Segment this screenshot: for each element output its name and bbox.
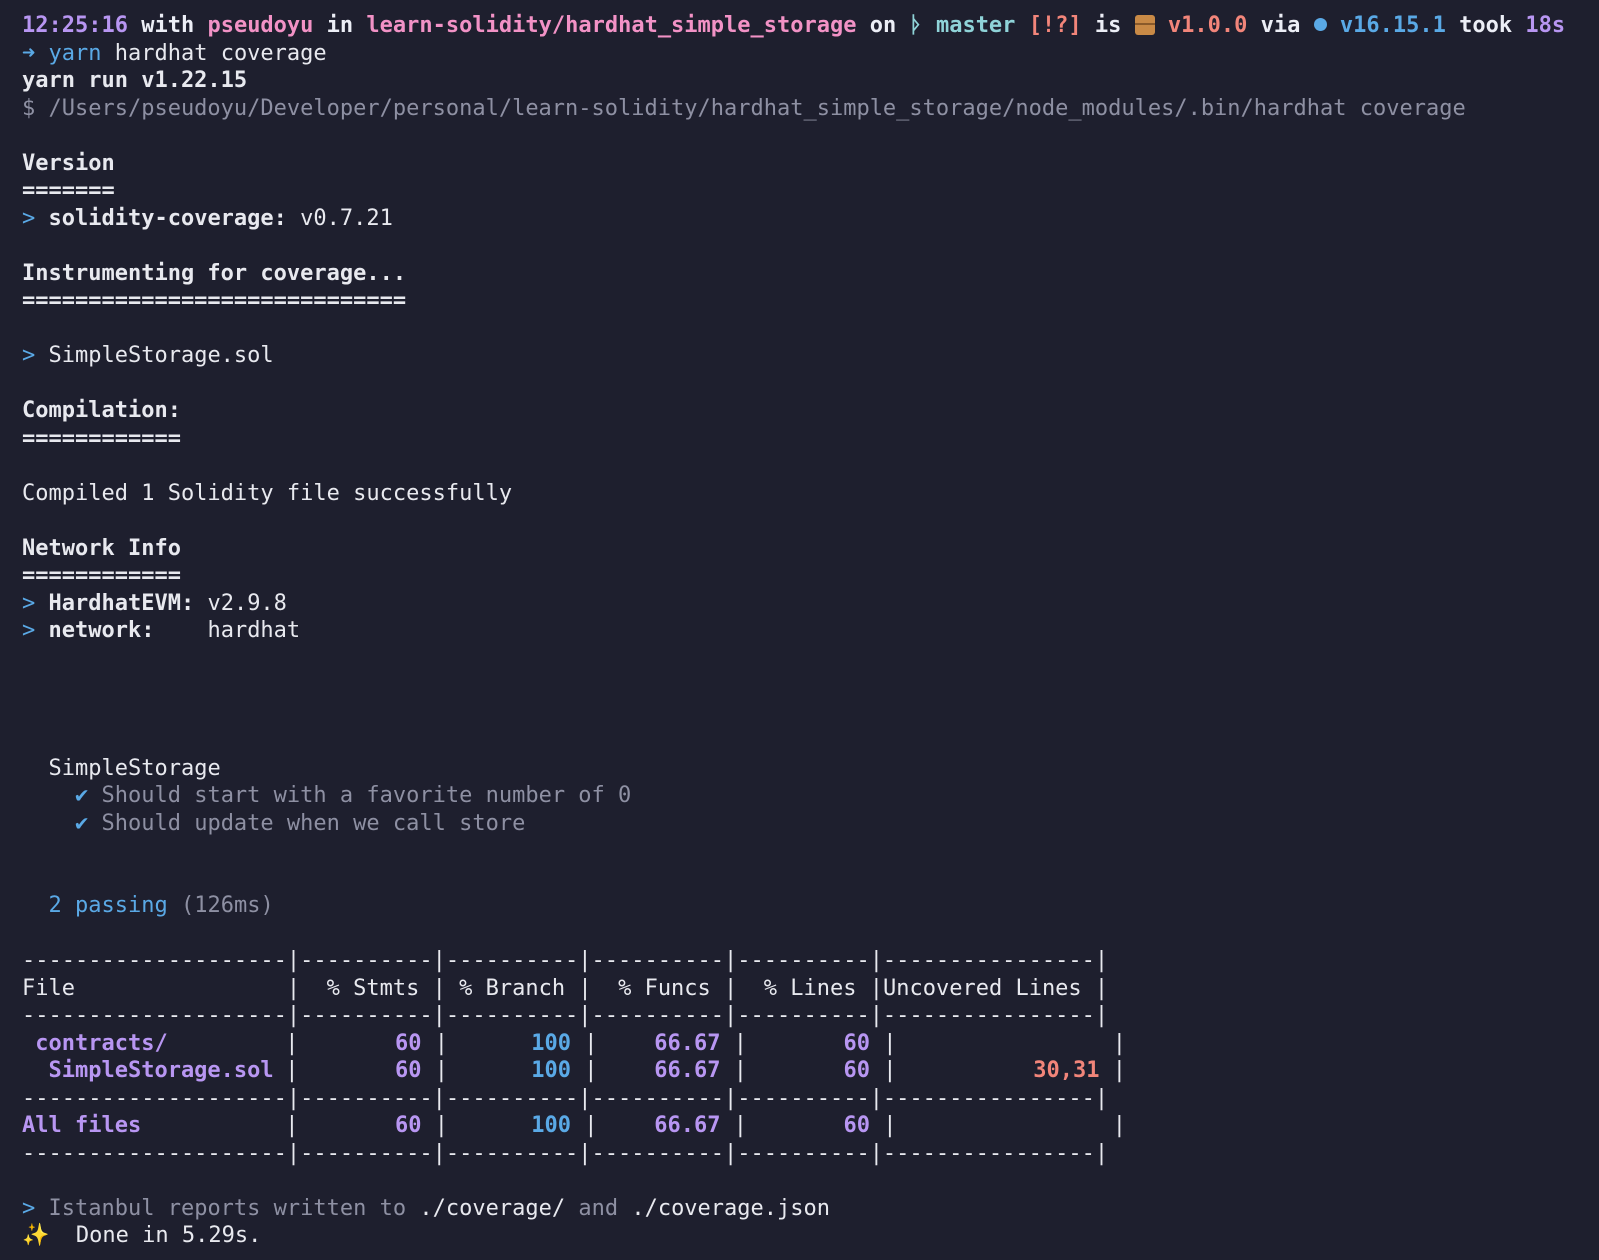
package-icon [1134, 15, 1155, 35]
table-border: --------------------|----------|--------… [22, 1140, 1109, 1166]
passing-count: 2 passing [48, 893, 168, 918]
row-branch: 100 [531, 1030, 571, 1056]
version-rule: ======= [22, 178, 115, 203]
prompt-directory: learn-solidity/hardhat_simple_storage [366, 13, 857, 38]
check-icon: ✔ [74, 783, 89, 808]
row-file: SimpleStorage.sol [22, 1058, 274, 1083]
passing-time: (126ms) [180, 893, 274, 918]
compilation-rule: ============ [22, 425, 181, 451]
header-branch: % Branch [459, 975, 566, 1001]
total-file: All files [22, 1113, 142, 1138]
row-funcs: 66.67 [654, 1058, 721, 1083]
prompt-time: 12:25:16 [22, 13, 128, 38]
coverage-version: v0.7.21 [300, 205, 393, 231]
total-funcs: 66.67 [654, 1113, 721, 1138]
header-funcs: % Funcs [618, 975, 711, 1001]
network-key: network: [48, 618, 155, 643]
prompt-in: in [326, 13, 354, 38]
prompt-on: on [869, 13, 897, 38]
command-program: yarn [48, 40, 102, 66]
prompt-arrow-icon: ➜ [22, 40, 36, 66]
istanbul-line: > Istanbul reports written to ./coverage… [22, 1195, 1582, 1223]
compilation-heading: Compilation: [22, 398, 181, 423]
evm-version-line: > HardhatEVM: v2.9.8 [22, 590, 1582, 618]
done-message: Done in 5.29s. [75, 1223, 262, 1248]
table-row: SimpleStorage.sol | 60 | 100 | 66.67 | 60 | 3… [22, 1058, 1126, 1083]
test-name: Should start with a favorite number of 0 [101, 783, 632, 808]
test-result: ✔ Should update when we call store [22, 810, 1582, 838]
prompt-package-version: v1.0.0 [1167, 13, 1248, 38]
table-header-row: File | % Stmts | % Branch | % Funcs | % … [22, 975, 1109, 1001]
prompt-is: is [1094, 13, 1122, 38]
test-suite-name: SimpleStorage [48, 755, 221, 781]
terminal-output[interactable]: 12:25:16 with pseudoyu in learn-solidity… [22, 12, 1582, 1250]
istanbul-and: and [578, 1195, 619, 1221]
compiled-message: Compiled 1 Solidity file successfully [22, 480, 513, 506]
row-lines: 60 [843, 1058, 871, 1083]
table-border: --------------------|----------|--------… [22, 1085, 1109, 1111]
row-uncovered: 30,31 [1033, 1058, 1100, 1083]
shell-prompt: 12:25:16 with pseudoyu in learn-solidity… [22, 12, 1582, 40]
row-branch: 100 [531, 1058, 571, 1083]
table-row: contracts/ | 60 | 100 | 66.67 | 60 | | [22, 1030, 1126, 1056]
prompt-git-status: [!?] [1028, 13, 1082, 38]
istanbul-dir: ./coverage/ [419, 1195, 566, 1221]
coverage-version-line: > solidity-coverage: v0.7.21 [22, 205, 1582, 233]
test-name: Should update when we call store [101, 810, 526, 836]
test-result: ✔ Should start with a favorite number of… [22, 782, 1582, 810]
row-stmts: 60 [395, 1058, 422, 1083]
row-funcs: 66.67 [654, 1030, 721, 1056]
prompt-node-version: v16.15.1 [1339, 13, 1446, 38]
yarn-run-line: yarn run v1.22.15 [22, 68, 248, 93]
header-file: File [22, 975, 75, 1001]
instrumenting-heading: Instrumenting for coverage... [22, 260, 407, 286]
command-line: ➜ yarn hardhat coverage [22, 40, 1582, 68]
prompt-marker: > [22, 205, 36, 231]
table-total-row: All files | 60 | 100 | 66.67 | 60 | | [22, 1113, 1126, 1138]
instrumenting-rule: ============================= [22, 288, 407, 313]
total-branch: 100 [531, 1113, 571, 1138]
check-icon: ✔ [74, 810, 89, 836]
network-rule: ============ [22, 563, 181, 588]
prompt-via: via [1260, 13, 1301, 38]
evm-key: HardhatEVM: [48, 590, 195, 616]
network-value: hardhat [207, 618, 301, 643]
row-file: contracts/ [22, 1030, 168, 1056]
istanbul-json: ./coverage.json [631, 1195, 831, 1221]
prompt-marker: > [22, 618, 36, 643]
header-stmts: % Stmts [326, 975, 420, 1001]
row-stmts: 60 [395, 1030, 422, 1056]
done-line: ✨ Done in 5.29s. [22, 1222, 1582, 1250]
table-border: --------------------|----------|--------… [22, 1003, 1109, 1028]
network-heading: Network Info [22, 535, 181, 561]
prompt-user: pseudoyu [207, 13, 314, 38]
header-lines: % Lines [763, 975, 857, 1001]
prompt-branch: master [935, 13, 1016, 38]
coverage-key: solidity-coverage: [48, 205, 287, 231]
nodejs-icon [1313, 18, 1327, 31]
passing-summary: 2 passing (126ms) [22, 892, 1582, 920]
version-heading: Version [22, 150, 115, 176]
total-stmts: 60 [395, 1113, 422, 1138]
instrumented-file-line: > SimpleStorage.sol [22, 342, 1582, 370]
network-line: > network: hardhat [22, 617, 1582, 645]
sparkles-icon: ✨ [22, 1223, 50, 1248]
total-lines: 60 [843, 1113, 871, 1138]
git-branch-icon: ᚦ [909, 13, 923, 38]
prompt-marker: > [22, 1195, 36, 1221]
row-lines: 60 [843, 1030, 871, 1056]
prompt-with: with [141, 13, 195, 38]
evm-version: v2.9.8 [207, 590, 287, 616]
prompt-duration: 18s [1525, 13, 1566, 38]
command-args: hardhat coverage [114, 40, 327, 66]
prompt-marker: > [22, 590, 36, 616]
prompt-took: took [1459, 13, 1513, 38]
prompt-marker: > [22, 343, 36, 368]
istanbul-prefix: Istanbul reports written to [48, 1195, 407, 1221]
exec-path-line: $ /Users/pseudoyu/Developer/personal/lea… [22, 95, 1466, 121]
table-border: --------------------|----------|--------… [22, 948, 1109, 973]
header-uncovered: Uncovered Lines [883, 975, 1082, 1001]
instrumented-file: SimpleStorage.sol [48, 343, 274, 368]
